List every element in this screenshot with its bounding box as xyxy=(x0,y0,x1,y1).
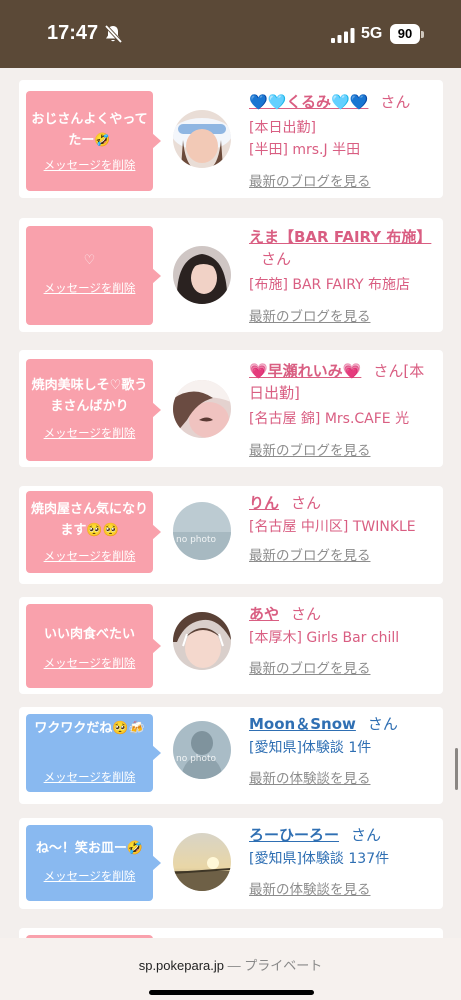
message-bubble: ワクワクだね🥺🍻 メッセージを削除 xyxy=(26,714,161,792)
message-card: いい肉食べたい メッセージを削除 あや さん [本厚木] Girls Bar ch… xyxy=(19,597,443,694)
delete-message-link[interactable]: メッセージを削除 xyxy=(26,280,153,296)
user-name-link[interactable]: 💗早瀬れいみ💗 xyxy=(249,362,361,380)
no-photo-label: no photo xyxy=(176,754,217,764)
delete-message-link[interactable]: メッセージを削除 xyxy=(26,655,153,671)
latest-blog-link[interactable]: 最新のブログを見る xyxy=(249,657,439,677)
message-bubble: いい肉食べたい メッセージを削除 xyxy=(26,604,161,688)
user-info: りん さん [名古屋 中川区] TWINKLE 最新のブログを見る xyxy=(249,492,439,564)
user-name-link[interactable]: えま【BAR FAIRY 布施】 xyxy=(249,228,431,246)
status-line: [本日出勤] xyxy=(249,120,316,136)
message-card: 焼肉屋さん気になります🥺🥺 メッセージを削除 no photo りん さん [名古… xyxy=(19,486,443,584)
url-domain: sp.pokepara.jp xyxy=(138,958,224,973)
scrollbar[interactable] xyxy=(455,748,458,790)
user-name-link[interactable]: あや xyxy=(249,605,279,623)
message-card: おじさんよくやってたー🤣 メッセージを削除 .card:nth-of-type(… xyxy=(19,80,443,198)
signal-icon xyxy=(331,28,355,43)
message-list[interactable]: おじさんよくやってたー🤣 メッセージを削除 .card:nth-of-type(… xyxy=(0,68,461,1000)
honorific: さん xyxy=(367,715,398,733)
message-bubble: ♡ メッセージを削除 xyxy=(26,226,161,325)
no-photo-label: no photo xyxy=(176,535,217,545)
message-bubble: 焼肉屋さん気になります🥺🥺 メッセージを削除 xyxy=(26,491,161,573)
user-name-link[interactable]: りん xyxy=(249,494,279,512)
delete-message-link[interactable]: メッセージを削除 xyxy=(26,548,153,564)
latest-review-link[interactable]: 最新の体験談を見る xyxy=(249,878,439,898)
user-info: Moon＆Snow さん [愛知県]体験談 1件 最新の体験談を見る xyxy=(249,713,439,787)
message-bubble: 焼肉美味しそ♡歌うまさんばかり メッセージを削除 xyxy=(26,359,161,461)
private-mode-label: プライベート xyxy=(244,958,323,973)
message-card: 焼肉美味しそ♡歌うまさんばかり メッセージを削除 💗早瀬れいみ💗 さん[本日出勤]… xyxy=(19,350,443,467)
message-card: ♡ メッセージを削除 えま【BAR FAIRY 布施】さん [布施] BAR F… xyxy=(19,218,443,332)
user-name-link[interactable]: Moon＆Snow xyxy=(249,715,356,733)
message-card: ね〜！笑お皿ー🤣 メッセージを削除 ろーひーろー さん [愛知県]体験談 137… xyxy=(19,818,443,909)
user-info: 💙🩵くるみ🩵💙 さん [本日出勤] [半田] mrs.J 半田 最新のブログを見る xyxy=(249,91,439,190)
battery-icon: 90 xyxy=(390,24,420,44)
network-label: 5G xyxy=(361,25,383,42)
home-indicator[interactable] xyxy=(149,990,314,995)
user-name-link[interactable]: ろーひーろー xyxy=(249,826,339,844)
shop-line: [名古屋 中川区] TWINKLE xyxy=(249,519,416,535)
delete-message-link[interactable]: メッセージを削除 xyxy=(26,425,153,441)
review-count: [愛知県]体験談 1件 xyxy=(249,740,372,756)
latest-blog-link[interactable]: 最新のブログを見る xyxy=(249,305,439,325)
delete-message-link[interactable]: メッセージを削除 xyxy=(26,157,153,173)
avatar[interactable] xyxy=(173,380,231,438)
latest-review-link[interactable]: 最新の体験談を見る xyxy=(249,767,439,787)
user-info: ろーひーろー さん [愛知県]体験談 137件 最新の体験談を見る xyxy=(249,824,439,898)
user-info: えま【BAR FAIRY 布施】さん [布施] BAR FAIRY 布施店 最新… xyxy=(249,226,439,325)
message-bubble: ね〜！笑お皿ー🤣 メッセージを削除 xyxy=(26,825,161,901)
delete-message-link[interactable]: メッセージを削除 xyxy=(26,868,153,884)
avatar[interactable] xyxy=(173,612,231,670)
shop-line: [布施] BAR FAIRY 布施店 xyxy=(249,277,411,293)
status-bar: 17:47 5G 90 xyxy=(0,0,461,68)
avatar[interactable] xyxy=(173,833,231,891)
status-time: 17:47 xyxy=(47,22,99,44)
shop-line: [本厚木] Girls Bar chill xyxy=(249,630,400,646)
shop-line: [半田] mrs.J 半田 xyxy=(249,142,361,158)
bell-slash-icon xyxy=(104,24,123,44)
honorific: さん xyxy=(373,362,404,380)
shop-line: [名古屋 錦] Mrs.CAFE 光 xyxy=(249,411,410,427)
honorific: さん xyxy=(380,93,411,111)
message-text: ね〜！笑お皿ー🤣 xyxy=(35,841,144,856)
avatar[interactable]: no photo xyxy=(173,502,231,560)
avatar[interactable]: no photo xyxy=(173,721,231,779)
avatar[interactable] xyxy=(173,110,231,168)
user-name-link[interactable]: 💙🩵くるみ🩵💙 xyxy=(249,93,368,111)
message-text: おじさんよくやってたー🤣 xyxy=(31,112,148,148)
user-info: あや さん [本厚木] Girls Bar chill 最新のブログを見る xyxy=(249,603,439,677)
url-separator: — xyxy=(227,958,241,973)
latest-blog-link[interactable]: 最新のブログを見る xyxy=(249,544,439,564)
message-card: ワクワクだね🥺🍻 メッセージを削除 no photo Moon＆Snow さん [… xyxy=(19,707,443,804)
avatar[interactable] xyxy=(173,246,231,304)
message-text: いい肉食べたい xyxy=(43,627,135,642)
user-info: 💗早瀬れいみ💗 さん[本日出勤] [名古屋 錦] Mrs.CAFE 光 最新のブロ… xyxy=(249,360,439,459)
honorific: さん xyxy=(291,605,322,623)
honorific: さん xyxy=(351,826,382,844)
message-bubble: おじさんよくやってたー🤣 メッセージを削除 xyxy=(26,91,161,191)
message-text: 焼肉屋さん気になります🥺🥺 xyxy=(30,502,148,538)
honorific: さん xyxy=(261,250,292,268)
message-text: ♡ xyxy=(83,253,96,268)
latest-blog-link[interactable]: 最新のブログを見る xyxy=(249,439,439,459)
message-text: ワクワクだね🥺🍻 xyxy=(34,721,145,736)
delete-message-link[interactable]: メッセージを削除 xyxy=(26,769,153,785)
latest-blog-link[interactable]: 最新のブログを見る xyxy=(249,170,439,190)
review-count: [愛知県]体験談 137件 xyxy=(249,851,390,867)
message-text: 焼肉美味しそ♡歌うまさんばかり xyxy=(31,378,148,414)
battery-cap xyxy=(421,31,424,38)
honorific: さん xyxy=(291,494,322,512)
